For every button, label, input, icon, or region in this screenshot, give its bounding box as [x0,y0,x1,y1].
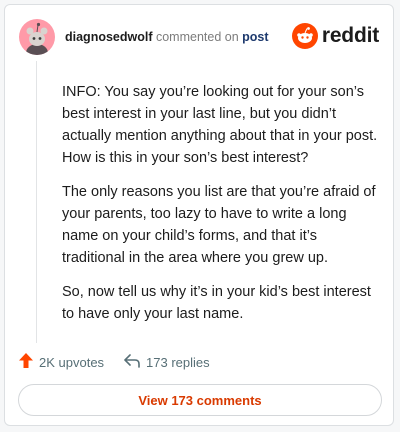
user-avatar-icon[interactable] [19,19,55,55]
reddit-logo[interactable]: reddit [291,23,379,49]
reddit-logo-icon [291,23,318,49]
post-link[interactable]: post [242,30,268,44]
replies-count: 173 replies [146,354,210,370]
comment-paragraph-2: The only reasons you list are that you’r… [62,184,376,266]
commented-on-text: commented on [155,30,239,44]
comment-paragraph-1: INFO: You say you’re looking out for you… [62,84,378,166]
comment-paragraph-3: So, now tell us why it’s in your kid’s b… [62,284,371,322]
username-link[interactable]: diagnosedwolf [65,30,153,44]
upvote-button[interactable]: 2K upvotes [19,353,104,371]
comment-card: diagnosedwolf commented on post reddit I… [4,4,394,426]
upvote-arrow-icon [19,353,33,371]
replies-button[interactable]: 173 replies [124,353,210,371]
comment-body: INFO: You say you’re looking out for you… [62,81,382,337]
thread-line[interactable] [36,61,37,343]
view-comments-button[interactable]: View 173 comments [18,384,382,416]
upvote-count: 2K upvotes [39,354,105,370]
comment-header: diagnosedwolf commented on post [65,30,269,44]
reddit-logo-text: reddit [321,24,379,47]
comment-actions: 2K upvotes 173 replies [19,353,210,371]
reply-arrow-icon [124,353,140,371]
